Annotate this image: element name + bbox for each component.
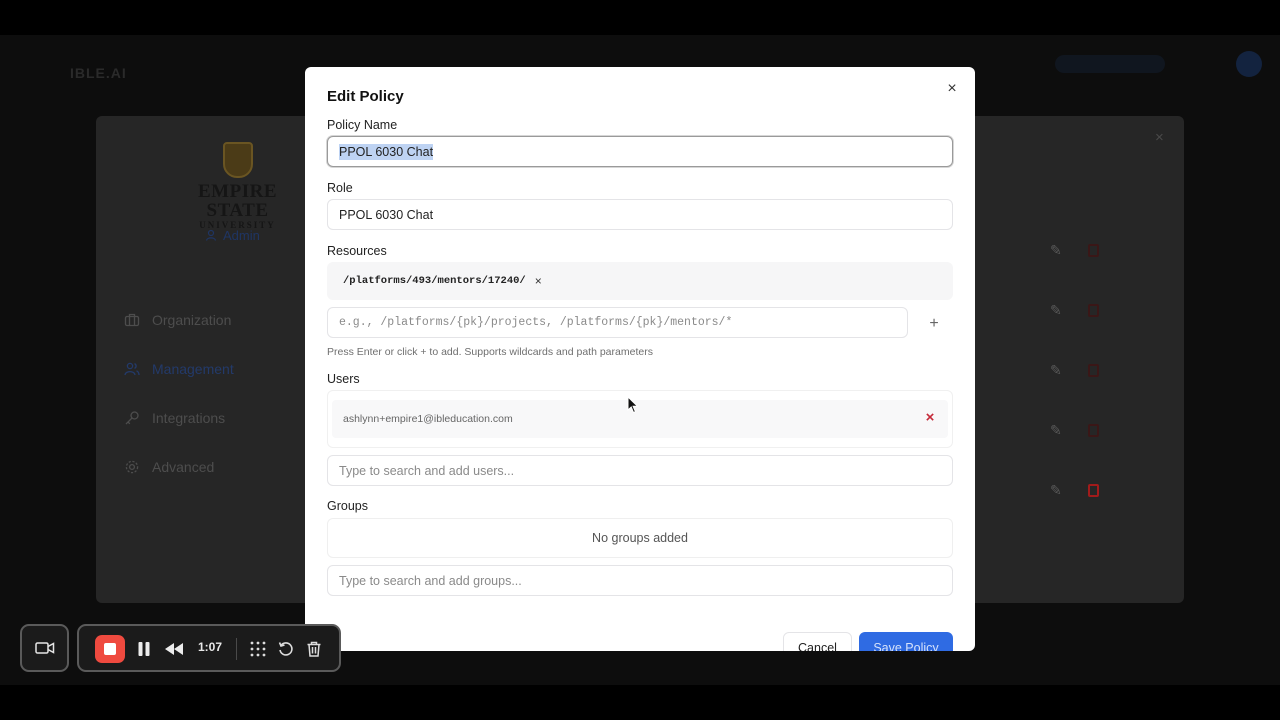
- brand-logo: IBLE.AI: [70, 65, 127, 81]
- settings-close-icon[interactable]: ×: [1155, 129, 1164, 146]
- nav-item-advanced[interactable]: Advanced: [124, 442, 304, 491]
- table-row: ✎: [1050, 340, 1114, 400]
- user-icon: [205, 229, 217, 241]
- trash-icon[interactable]: [305, 640, 323, 658]
- groups-empty-state: No groups added: [327, 518, 953, 558]
- nav-item-label: Advanced: [152, 458, 215, 475]
- pencil-icon[interactable]: ✎: [1050, 482, 1062, 499]
- pencil-icon[interactable]: ✎: [1050, 422, 1062, 439]
- table-row: ✎: [1050, 460, 1114, 520]
- key-icon: [125, 410, 139, 424]
- pencil-icon[interactable]: ✎: [1050, 242, 1062, 259]
- recording-controls: 1:07: [77, 624, 341, 672]
- resource-list: /platforms/493/mentors/17240/ ×: [327, 262, 953, 300]
- group-search-placeholder: Type to search and add groups...: [339, 573, 522, 588]
- video-camera-icon: [34, 642, 54, 654]
- avatar[interactable]: [1236, 51, 1262, 77]
- resources-hint: Press Enter or click + to add. Supports …: [327, 346, 653, 358]
- trash-icon[interactable]: [1087, 363, 1099, 377]
- toolbar-divider: [236, 638, 237, 660]
- nav-item-label: Management: [152, 360, 234, 377]
- briefcase-icon: [124, 313, 140, 326]
- crest-icon: [222, 142, 253, 178]
- user-search-placeholder: Type to search and add users...: [339, 463, 515, 478]
- trash-icon[interactable]: [1087, 303, 1099, 317]
- table-row: ✎: [1050, 280, 1114, 340]
- trash-icon[interactable]: [1087, 243, 1099, 257]
- resource-chip: /platforms/493/mentors/17240/: [343, 275, 526, 287]
- policy-row-actions: ✎ ✎ ✎ ✎ ✎: [1050, 220, 1114, 520]
- edit-policy-dialog: Edit Policy × Policy Name PPOL 6030 Chat…: [305, 67, 975, 651]
- nav-item-organization[interactable]: Organization: [124, 295, 304, 344]
- nav-item-management[interactable]: Management: [124, 344, 304, 393]
- pencil-icon[interactable]: ✎: [1050, 362, 1062, 379]
- gear-icon: [125, 460, 139, 473]
- policy-name-value: PPOL 6030 Chat: [339, 143, 434, 160]
- restart-icon[interactable]: [277, 640, 295, 658]
- mouse-cursor-icon: [627, 396, 639, 414]
- nav-item-label: Integrations: [152, 409, 226, 426]
- pause-icon[interactable]: [136, 641, 152, 657]
- role-label: Role: [327, 181, 353, 195]
- user-search-input[interactable]: Type to search and add users...: [327, 455, 953, 486]
- policy-name-input[interactable]: PPOL 6030 Chat: [327, 136, 953, 167]
- users-icon: [124, 362, 140, 375]
- role-field[interactable]: PPOL 6030 Chat: [327, 199, 953, 230]
- role-badge-label: Admin: [223, 227, 260, 243]
- table-row: ✎: [1050, 220, 1114, 280]
- remove-user-icon[interactable]: ×: [922, 410, 938, 426]
- group-search-input[interactable]: Type to search and add groups...: [327, 565, 953, 596]
- camera-toggle-button[interactable]: [20, 624, 69, 672]
- stop-recording-button[interactable]: [95, 635, 125, 663]
- add-resource-button[interactable]: +: [925, 315, 943, 333]
- grid-dots-icon[interactable]: [249, 640, 267, 658]
- table-row: ✎: [1050, 400, 1114, 460]
- list-item: ashlynn+empire1@ibleducation.com ×: [332, 400, 948, 438]
- trash-icon[interactable]: [1087, 483, 1099, 497]
- groups-label: Groups: [327, 499, 368, 513]
- stop-icon: [104, 643, 116, 655]
- pencil-icon[interactable]: ✎: [1050, 302, 1062, 319]
- logo-title: EMPIRE STATE: [198, 181, 277, 221]
- close-icon[interactable]: ×: [944, 81, 960, 97]
- role-badge: Admin: [205, 225, 275, 245]
- nav-item-label: Organization: [152, 311, 232, 328]
- nav-item-integrations[interactable]: Integrations: [124, 393, 304, 442]
- trash-icon[interactable]: [1087, 423, 1099, 437]
- rewind-icon[interactable]: [164, 641, 184, 657]
- policy-name-label: Policy Name: [327, 118, 398, 132]
- recording-timer: 1:07: [198, 640, 223, 654]
- users-label: Users: [327, 372, 360, 386]
- remove-resource-icon[interactable]: ×: [535, 274, 542, 288]
- resources-label: Resources: [327, 244, 387, 258]
- dialog-title: Edit Policy: [327, 88, 404, 105]
- resource-input-placeholder: e.g., /platforms/{pk}/projects, /platfor…: [339, 316, 733, 329]
- save-policy-button[interactable]: Save Policy: [859, 632, 953, 651]
- university-logo: EMPIRE STATE UNIVERSITY: [170, 142, 305, 230]
- user-email: ashlynn+empire1@ibleducation.com: [343, 413, 513, 425]
- user-list: ashlynn+empire1@ibleducation.com ×: [327, 390, 953, 448]
- cancel-button[interactable]: Cancel: [783, 632, 852, 651]
- screen: IBLE.AI × EMPIRE STATE UNIVERSITY Admin …: [0, 0, 1280, 720]
- settings-nav: Organization Management Integrations Adv…: [124, 295, 304, 491]
- role-value: PPOL 6030 Chat: [339, 207, 434, 222]
- resource-input[interactable]: e.g., /platforms/{pk}/projects, /platfor…: [327, 307, 908, 338]
- topbar-pill: [1055, 55, 1165, 73]
